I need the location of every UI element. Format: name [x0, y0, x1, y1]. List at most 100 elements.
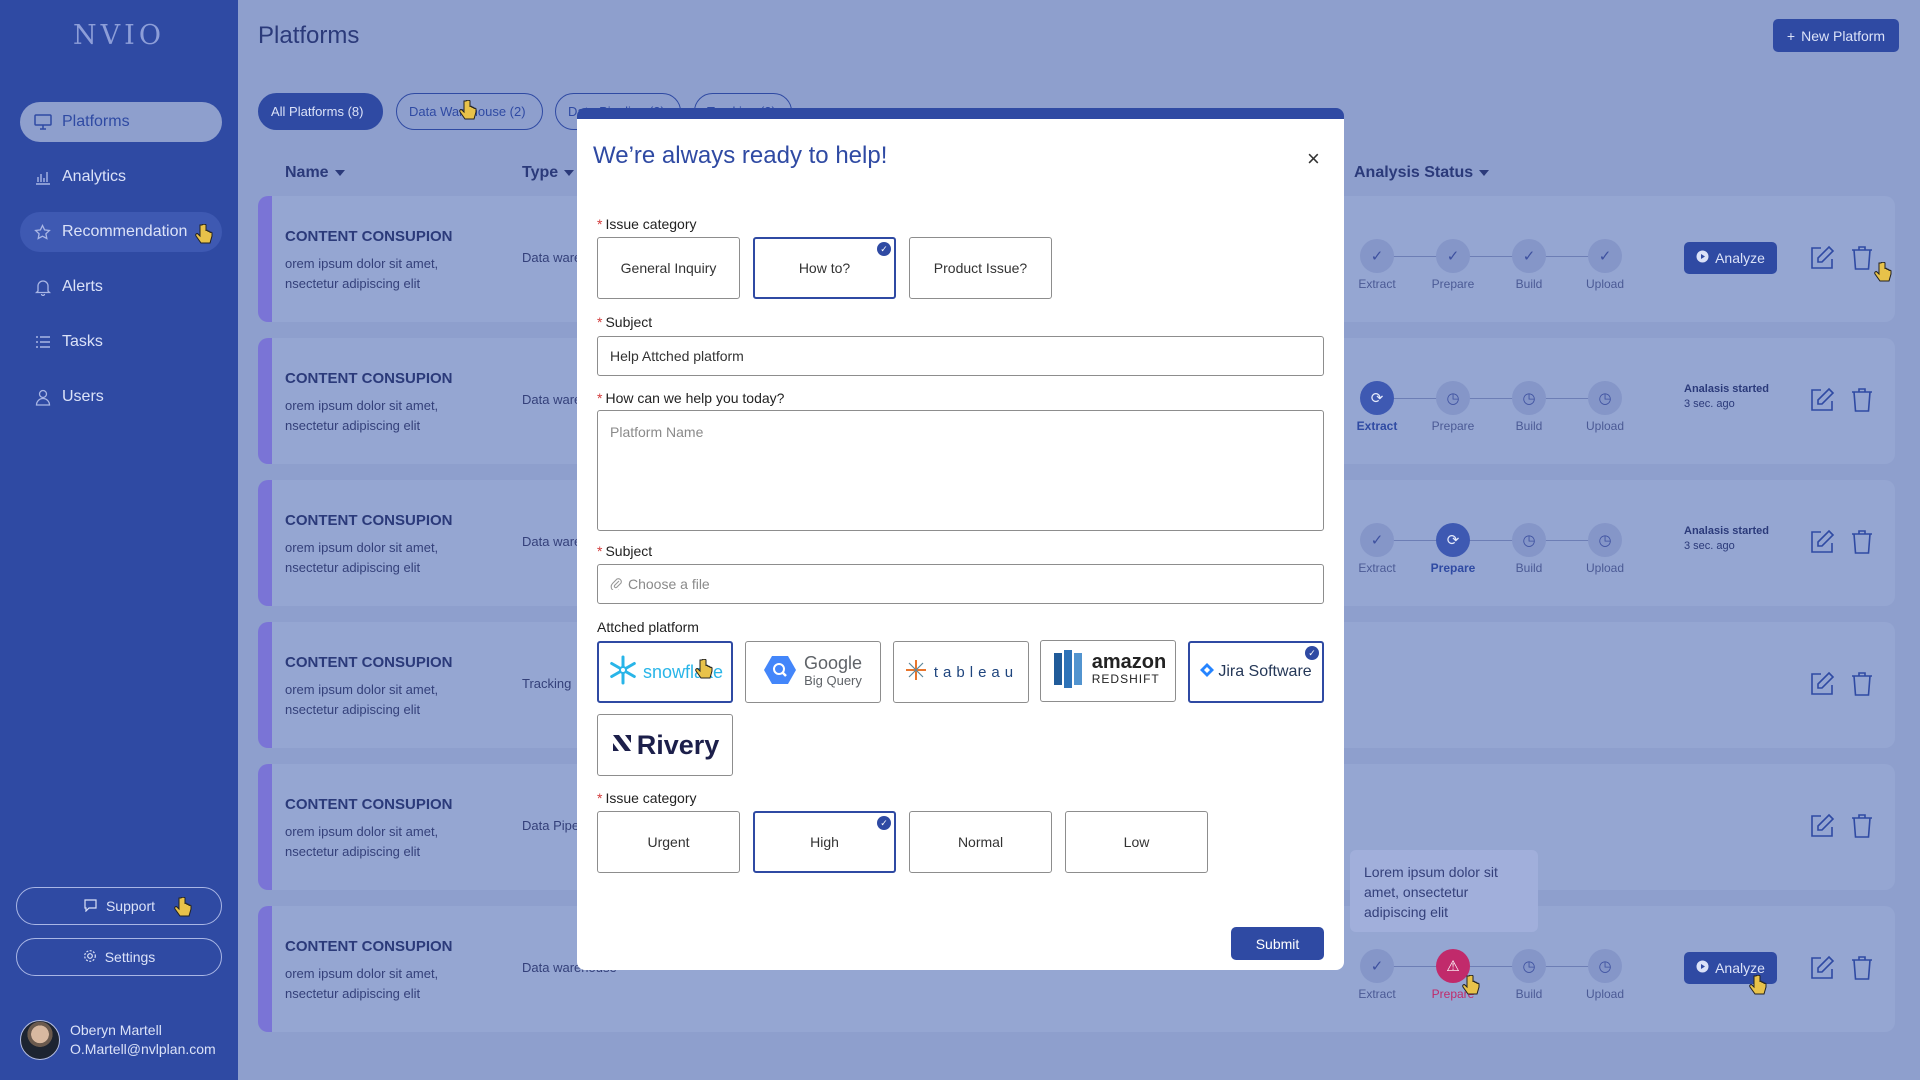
column-header-type[interactable]: Type: [522, 164, 575, 182]
step-1: ⟳ Prepare: [1429, 523, 1477, 575]
page-title: Platforms: [258, 22, 360, 49]
hand-cursor-icon: [1461, 974, 1481, 997]
platform-amazon-redshift[interactable]: amazon REDSHIFT: [1040, 640, 1176, 702]
platform-jira-software[interactable]: Jira Software ✓: [1188, 641, 1324, 703]
close-icon[interactable]: ×: [1307, 148, 1320, 170]
trash-icon[interactable]: [1848, 670, 1876, 698]
analyze-label: Analyze: [1715, 250, 1765, 266]
edit-icon[interactable]: [1808, 386, 1836, 414]
column-header-name[interactable]: Name: [285, 164, 345, 182]
platform-rivery[interactable]: Rivery: [597, 714, 733, 776]
step-label: Prepare: [1431, 419, 1475, 433]
step-label: Prepare: [1431, 277, 1475, 291]
sidebar-item-analytics[interactable]: Analytics: [20, 157, 222, 197]
row-type: Tracking: [522, 676, 572, 691]
caret-down-icon: [564, 170, 575, 176]
attached-platform-label: Attched platform: [597, 619, 699, 635]
issue-option-product-issue[interactable]: Product Issue?: [909, 237, 1052, 299]
submit-button[interactable]: Submit: [1231, 927, 1324, 960]
sidebar-item-platforms[interactable]: Platforms: [20, 102, 222, 142]
modal-title: We’re always ready to help!: [593, 142, 888, 169]
sidebar-item-users[interactable]: Users: [20, 377, 222, 417]
step-label: Extract: [1358, 561, 1396, 575]
priority-low[interactable]: Low: [1065, 811, 1208, 873]
step-2: ◷ Build: [1505, 381, 1553, 433]
new-platform-button[interactable]: + New Platform: [1773, 19, 1899, 52]
step-label: Upload: [1585, 419, 1625, 433]
priority-normal[interactable]: Normal: [909, 811, 1052, 873]
issue-option-general-inquiry[interactable]: General Inquiry: [597, 237, 740, 299]
sidebar-item-alerts[interactable]: Alerts: [20, 267, 222, 307]
bell-icon: [33, 278, 52, 297]
list-icon: [33, 333, 52, 352]
sidebar-item-label: Recommendation: [62, 223, 188, 240]
status-time: 3 sec. ago: [1684, 398, 1735, 410]
help-textarea[interactable]: Platform Name: [597, 410, 1324, 531]
platform-name: Google: [803, 653, 863, 673]
analyze-button[interactable]: Analyze: [1684, 242, 1777, 274]
help-label: * How can we help you today?: [597, 390, 785, 406]
platform-name: Jira Software: [1218, 663, 1312, 680]
priority-high[interactable]: High ✓: [753, 811, 896, 873]
step-connector: [1377, 966, 1603, 967]
subject-input[interactable]: Help Attched platform: [597, 336, 1324, 376]
platform-subname: REDSHIFT: [1091, 672, 1160, 686]
file-input[interactable]: Choose a file: [597, 564, 1324, 604]
step-0: ⟳ Extract: [1353, 381, 1401, 433]
issue-option-how-to[interactable]: How to? ✓: [753, 237, 896, 299]
check-icon: ✓: [1360, 523, 1394, 557]
step-1: ✓ Prepare: [1429, 239, 1477, 291]
status-line: Analasis started: [1684, 383, 1769, 395]
plus-icon: +: [1786, 27, 1796, 44]
clock-icon: ◷: [1588, 949, 1622, 983]
check-icon: ✓: [1588, 239, 1622, 273]
step-label: Extract: [1358, 987, 1396, 1001]
step-connector: [1377, 398, 1603, 399]
check-icon: ✓: [1360, 949, 1394, 983]
clock-icon: ◷: [1436, 381, 1470, 415]
column-header-analysis-status[interactable]: Analysis Status: [1354, 164, 1490, 182]
edit-icon[interactable]: [1808, 954, 1836, 982]
trash-icon[interactable]: [1848, 244, 1876, 272]
clock-icon: ◷: [1588, 523, 1622, 557]
filter-all-platforms[interactable]: All Platforms (8): [258, 93, 383, 130]
edit-icon[interactable]: [1808, 670, 1836, 698]
row-title: CONTENT CONSUPION: [285, 370, 453, 387]
sidebar-item-tasks[interactable]: Tasks: [20, 322, 222, 362]
platform-tableau[interactable]: tableau: [893, 641, 1029, 703]
row-description: orem ipsum dolor sit amet, nsectetur adi…: [285, 540, 439, 575]
edit-icon[interactable]: [1808, 528, 1836, 556]
avatar: [20, 1020, 60, 1060]
settings-button[interactable]: Settings: [16, 938, 222, 976]
step-2: ◷ Build: [1505, 523, 1553, 575]
sidebar-item-label: Alerts: [62, 278, 103, 295]
step-label: Upload: [1585, 277, 1625, 291]
trash-icon[interactable]: [1848, 812, 1876, 840]
bigquery-icon: [763, 655, 796, 690]
trash-icon[interactable]: [1848, 528, 1876, 556]
step-label: Upload: [1585, 561, 1625, 575]
platform-google-bigquery[interactable]: Google Big Query: [745, 641, 881, 703]
clock-icon: ◷: [1588, 381, 1622, 415]
column-label: Type: [522, 164, 559, 181]
edit-icon[interactable]: [1808, 244, 1836, 272]
edit-icon[interactable]: [1808, 812, 1836, 840]
hand-cursor-icon: [1873, 261, 1893, 284]
sidebar-item-label: Tasks: [62, 333, 103, 350]
trash-icon[interactable]: [1848, 954, 1876, 982]
platform-name: tableau: [933, 663, 1019, 681]
analysis-steps: ✓ Extract ✓ Prepare ✓ Build ✓ Upload: [1353, 239, 1624, 299]
step-label: Prepare: [1430, 561, 1476, 575]
sidebar-item-recommendation[interactable]: Recommendation: [20, 212, 222, 252]
step-connector: [1377, 256, 1603, 257]
priority-urgent[interactable]: Urgent: [597, 811, 740, 873]
step-2: ✓ Build: [1505, 239, 1553, 291]
hand-cursor-icon: [458, 99, 478, 122]
check-icon: ✓: [1436, 239, 1470, 273]
redshift-icon: [1050, 649, 1086, 694]
step-3: ◷ Upload: [1581, 949, 1629, 1001]
trash-icon[interactable]: [1848, 386, 1876, 414]
check-icon: ✓: [1305, 646, 1319, 660]
play-icon: [1696, 960, 1709, 976]
user-profile[interactable]: Oberyn Martell O.Martell@nvlplan.com: [20, 1020, 216, 1060]
